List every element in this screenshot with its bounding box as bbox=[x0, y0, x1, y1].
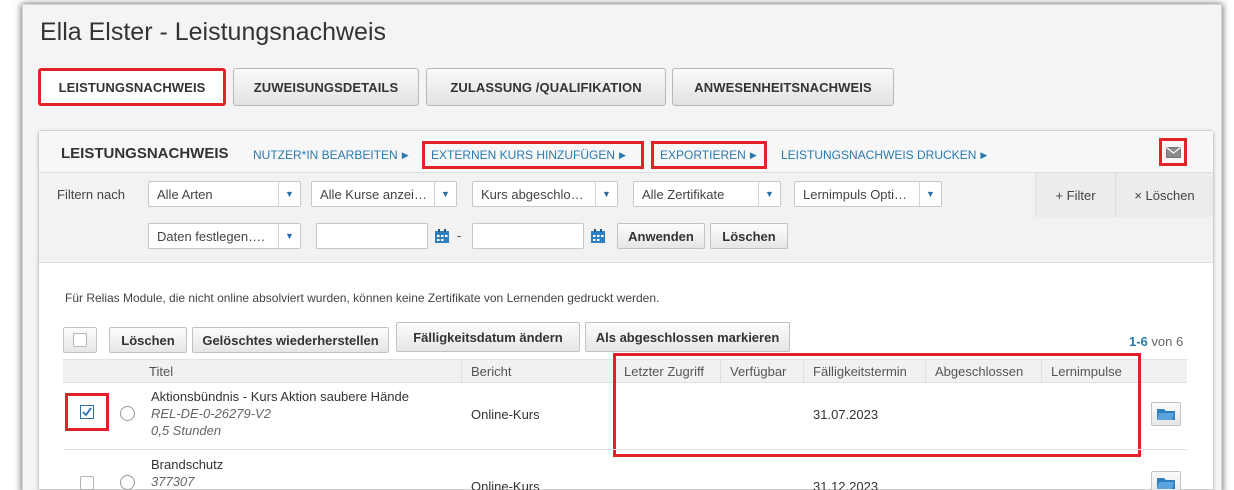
result-count: 1-6 von 6 bbox=[1129, 334, 1184, 349]
select-all-checkbox-button[interactable] bbox=[63, 327, 97, 353]
tab-zuweisungsdetails[interactable]: ZUWEISUNGSDETAILS bbox=[233, 68, 419, 106]
arrow-right-icon: ▶ bbox=[401, 149, 409, 160]
course-title[interactable]: Aktionsbündnis - Kurs Aktion saubere Hän… bbox=[151, 389, 409, 404]
folder-button[interactable] bbox=[1151, 402, 1181, 426]
remove-filter-button[interactable]: × Löschen bbox=[1115, 173, 1213, 217]
select-kurs-abgeschlossen[interactable]: Kurs abgeschlo… ▼ bbox=[472, 181, 618, 207]
folder-icon bbox=[1157, 478, 1175, 489]
mark-complete-button[interactable]: Als abgeschlossen markieren bbox=[585, 322, 790, 352]
select-lernimpuls[interactable]: Lernimpuls Opti… ▼ bbox=[794, 181, 942, 207]
table-row[interactable] bbox=[63, 451, 1187, 490]
course-duration: 0,5 Stunden bbox=[151, 423, 222, 438]
course-due-date: 31.07.2023 bbox=[813, 407, 879, 422]
tab-zulassung-qualifikation[interactable]: ZULASSUNG /QUALIFIKATION bbox=[426, 68, 666, 106]
clear-button[interactable]: Löschen bbox=[710, 223, 788, 249]
main-panel: LEISTUNGSNACHWEIS NUTZER*IN BEARBEITEN ▶ … bbox=[38, 130, 1214, 490]
panel-header: LEISTUNGSNACHWEIS NUTZER*IN BEARBEITEN ▶ … bbox=[39, 131, 1213, 173]
row-checkbox[interactable] bbox=[80, 476, 94, 490]
checkbox-checked-icon[interactable] bbox=[80, 405, 94, 419]
course-code: REL-DE-0-26279-V2 bbox=[151, 406, 271, 421]
select-all-checkbox bbox=[73, 333, 87, 347]
arrow-right-icon: ▶ bbox=[980, 149, 988, 160]
date-from-input[interactable] bbox=[316, 223, 428, 249]
course-report: Online-Kurs bbox=[471, 479, 540, 490]
page-title: Ella Elster - Leistungsnachweis bbox=[40, 18, 386, 46]
change-due-date-button[interactable]: Fälligkeitsdatum ändern bbox=[396, 322, 580, 352]
chevron-down-icon: ▼ bbox=[278, 224, 300, 248]
delete-button[interactable]: Löschen bbox=[109, 327, 187, 353]
link-leistungsnachweis-drucken[interactable]: LEISTUNGSNACHWEIS DRUCKEN ▶ bbox=[775, 141, 993, 169]
chevron-down-icon: ▼ bbox=[919, 182, 941, 206]
course-due-date: 31.12.2023 bbox=[813, 479, 879, 490]
row-radio[interactable] bbox=[120, 406, 135, 421]
link-externen-kurs-hinzufuegen[interactable]: EXTERNEN KURS HINZUFÜGEN ▶ bbox=[422, 141, 644, 169]
date-to-input[interactable] bbox=[472, 223, 584, 249]
link-nutzer-bearbeiten[interactable]: NUTZER*IN BEARBEITEN ▶ bbox=[247, 141, 415, 169]
apply-button[interactable]: Anwenden bbox=[617, 223, 705, 249]
folder-icon bbox=[1157, 409, 1175, 420]
envelope-icon bbox=[1165, 146, 1181, 158]
filter-label: Filtern nach bbox=[57, 187, 125, 202]
course-title[interactable]: Brandschutz bbox=[151, 457, 223, 472]
chevron-down-icon: ▼ bbox=[278, 182, 300, 206]
chevron-down-icon: ▼ bbox=[434, 182, 456, 206]
date-dash: - bbox=[457, 228, 462, 243]
chevron-down-icon: ▼ bbox=[758, 182, 780, 206]
chevron-down-icon: ▼ bbox=[595, 182, 617, 206]
panel-title: LEISTUNGSNACHWEIS bbox=[61, 145, 229, 162]
calendar-icon[interactable] bbox=[590, 228, 606, 244]
row-radio[interactable] bbox=[120, 475, 135, 490]
calendar-icon[interactable] bbox=[434, 228, 450, 244]
tab-anwesenheitsnachweis[interactable]: ANWESENHEITSNACHWEIS bbox=[672, 68, 894, 106]
arrow-right-icon: ▶ bbox=[749, 149, 757, 160]
restore-button[interactable]: Gelöschtes wiederherstellen bbox=[192, 327, 389, 353]
mail-button[interactable] bbox=[1159, 138, 1187, 166]
arrow-right-icon: ▶ bbox=[619, 149, 626, 160]
link-exportieren[interactable]: EXPORTIEREN ▶ bbox=[651, 141, 767, 169]
select-kurse[interactable]: Alle Kurse anzei… ▼ bbox=[311, 181, 457, 207]
notice-text: Für Relias Module, die nicht online abso… bbox=[65, 291, 660, 305]
column-separator bbox=[461, 359, 462, 383]
folder-button[interactable] bbox=[1151, 471, 1181, 490]
select-arten[interactable]: Alle Arten ▼ bbox=[148, 181, 301, 207]
header-titel[interactable]: Titel bbox=[141, 359, 173, 383]
select-daten[interactable]: Daten festlegen…. ▼ bbox=[148, 223, 301, 249]
course-report: Online-Kurs bbox=[471, 407, 540, 422]
select-zertifikate[interactable]: Alle Zertifikate ▼ bbox=[633, 181, 781, 207]
header-bericht[interactable]: Bericht bbox=[463, 359, 511, 383]
course-code: 377307 bbox=[151, 474, 195, 489]
tab-leistungsnachweis[interactable]: LEISTUNGSNACHWEIS bbox=[38, 68, 226, 106]
filter-area: Filtern nach Alle Arten ▼ Alle Kurse anze… bbox=[39, 173, 1213, 263]
add-filter-button[interactable]: + Filter bbox=[1035, 173, 1115, 217]
